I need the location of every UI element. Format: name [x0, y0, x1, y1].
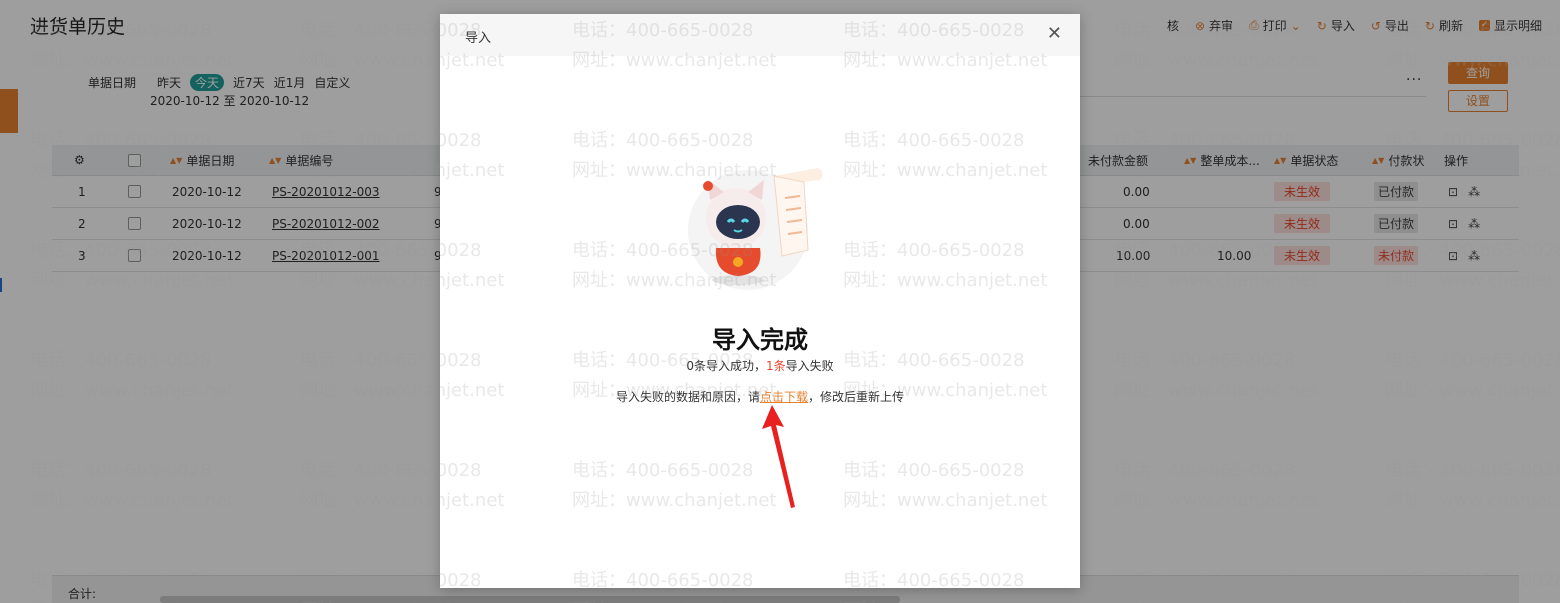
import-complete-heading: 导入完成: [712, 326, 808, 354]
red-arrow-annotation: [762, 405, 795, 508]
download-link[interactable]: 点击下载: [760, 390, 808, 404]
close-icon[interactable]: ✕: [1047, 25, 1062, 43]
fail-count: 1条: [765, 359, 786, 373]
mascot-illustration: [688, 168, 823, 290]
download-hint: 导入失败的数据和原因，请点击下载，修改后重新上传: [615, 390, 905, 404]
app-page: 进货单历史 核 ⊗ 弃审 ⎙ 打印 ⌄ ↻ 导入 ↺ 导出 ↻ 刷新 ✓ 显示明细 单据日期 …: [0, 0, 1560, 603]
import-result: 0条导入成功，1条导入失败: [686, 359, 834, 373]
dialog-header: 导入 ✕: [440, 14, 1080, 56]
dialog-title: 导入: [465, 31, 492, 46]
